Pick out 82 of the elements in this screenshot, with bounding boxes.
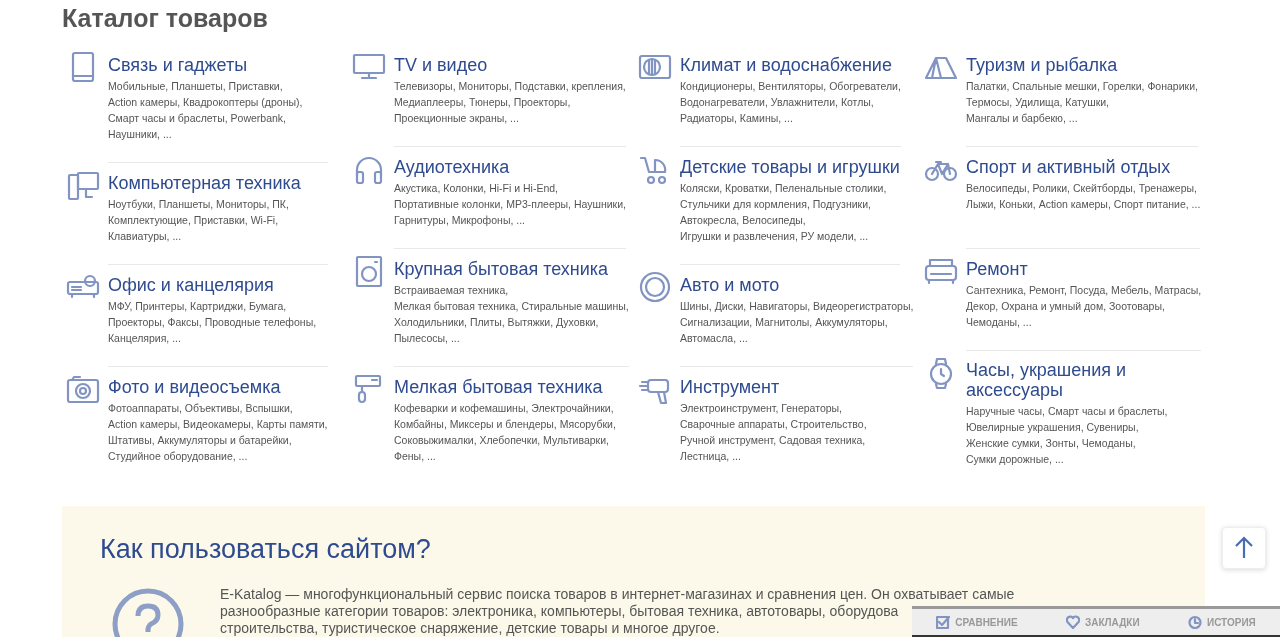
subcategory-links: Соковыжималки, Хлебопечки, Мультиварки,	[394, 433, 609, 448]
category-link[interactable]: Мелкая бытовая техника	[394, 377, 603, 397]
subcategory-links: Шины, Диски, Навигаторы, Видеорегистраторы,	[680, 299, 914, 314]
category-link[interactable]: Офис и канцелярия	[108, 275, 274, 295]
subcategory-links: Палатки, Спальные мешки, Горелки, Фонарики,	[966, 79, 1198, 94]
description-text: строительства, туристическое снаряжение, детские товары и многое другое.	[220, 620, 720, 637]
arrow-up-icon	[1234, 536, 1254, 560]
category-link[interactable]: Ремонт	[966, 259, 1028, 279]
subcategory-links: Портативные колонки, MP3-плееры, Наушники,	[394, 197, 626, 212]
description-text: разнообразные категории товаров: электроника, компьютеры, бытовая техника, автотовары, оборудова	[220, 603, 899, 620]
category-link[interactable]: Часы, украшения и аксессуары	[966, 360, 1186, 400]
subcategory-links: Смарт часы и браслеты, Powerbank,	[108, 111, 286, 126]
subcategory-links: Радиаторы, Камины, ...	[680, 111, 793, 126]
description-text: E-Katalog — многофункциональный сервис поиска товаров в интернет-магазинах и сравнения цен. Он охватывает самые	[220, 586, 1015, 603]
heart-icon	[1065, 614, 1080, 630]
subcategory-links: Чемоданы, ...	[966, 315, 1032, 330]
subcategory-links: Ноутбуки, Планшеты, Мониторы, ПК,	[108, 197, 289, 212]
subcategory-links: Канцелярия, ...	[108, 331, 181, 346]
subcategory-links: Декор, Охрана и умный дом, Зоотовары,	[966, 299, 1165, 314]
category-link[interactable]: Климат и водоснабжение	[680, 55, 892, 75]
subcategory-links: Женские сумки, Зонты, Чемоданы,	[966, 436, 1136, 451]
clock-icon	[1187, 614, 1202, 630]
subcategory-links: Холодильники, Плиты, Вытяжки, Духовки,	[394, 315, 599, 330]
subcategory-links: Игрушки и развлечения, РУ модели, ...	[680, 229, 869, 244]
subcategory-links: Фотоаппараты, Объективы, Вспышки,	[108, 401, 293, 416]
subcategory-links: Кофеварки и кофемашины, Электрочайники,	[394, 401, 614, 416]
checkbox-icon	[936, 614, 951, 630]
subcategory-links: Студийное оборудование, ...	[108, 449, 248, 464]
subcategory-links: Ручной инструмент, Садовая техника,	[680, 433, 866, 448]
category-link[interactable]: Крупная бытовая техника	[394, 259, 609, 279]
subcategory-links: Сантехника, Ремонт, Посуда, Мебель, Матрасы,	[966, 283, 1202, 298]
category-link[interactable]: Компьютерная техника	[108, 173, 301, 193]
subcategory-links: Проекторы, Факсы, Проводные телефоны,	[108, 315, 317, 330]
subcategory-links: Ювелирные украшения, Сувениры,	[966, 420, 1139, 435]
category-link[interactable]: Детские товары и игрушки	[680, 157, 900, 177]
subcategory-links: Комплектующие, Приставки, Wi-Fi,	[108, 213, 279, 228]
subcategory-links: Водонагреватели, Увлажнители, Котлы,	[680, 95, 874, 110]
subcategory-links: Action камеры, Квадрокоптеры (дроны),	[108, 95, 303, 110]
subcategory-links: Мелкая бытовая техника, Стиральные машины,	[394, 299, 629, 314]
subcategory-links: Лыжи, Коньки, Action камеры, Спорт питание, ...	[966, 197, 1201, 212]
subcategory-links: Кондиционеры, Вентиляторы, Обогреватели,	[680, 79, 901, 94]
subcategory-links: Автомасла, ...	[680, 331, 748, 346]
subcategory-links: Клавиатуры, ...	[108, 229, 182, 244]
subcategory-links: Автокресла, Велосипеды,	[680, 213, 806, 228]
subcategory-links: Акустика, Колонки, Hi-Fi и Hi-End,	[394, 181, 559, 196]
scroll-up-button[interactable]	[1222, 527, 1266, 569]
subcategory-links: Гарнитуры, Микрофоны, ...	[394, 213, 525, 228]
category-link[interactable]: Авто и мото	[680, 275, 780, 295]
subcategory-links: Штативы, Аккумуляторы и батарейки,	[108, 433, 292, 448]
subcategory-links: Мангалы и барбекю, ...	[966, 111, 1078, 126]
category-link[interactable]: TV и видео	[394, 55, 488, 75]
subcategory-links: Медиаплееры, Тюнеры, Проекторы,	[394, 95, 571, 110]
subcategory-links: Action камеры, Видеокамеры, Карты памяти,	[108, 417, 328, 432]
subcategory-links: Сумки дорожные, ...	[966, 452, 1064, 467]
category-link[interactable]: Спорт и активный отдых	[966, 157, 1171, 177]
subcategory-links: Наушники, ...	[108, 127, 172, 142]
page-title: Каталог товаров	[62, 3, 269, 34]
subcategory-links: МФУ, Принтеры, Картриджи, Бумага,	[108, 299, 287, 314]
subcategory-links: Фены, ...	[394, 449, 436, 464]
subcategory-links: Электроинструмент, Генераторы,	[680, 401, 843, 416]
subcategory-links: Проекционные экраны, ...	[394, 111, 519, 126]
subcategory-links: Лестница, ...	[680, 449, 741, 464]
category-link[interactable]: Фото и видеосъемка	[108, 377, 281, 397]
subcategory-links: Комбайны, Миксеры и блендеры, Мясорубки,	[394, 417, 616, 432]
subcategory-links: Велосипеды, Ролики, Скейтборды, Тренажеры,	[966, 181, 1197, 196]
subcategory-links: Сигнализации, Магнитолы, Аккумуляторы,	[680, 315, 888, 330]
subcategory-links: Телевизоры, Мониторы, Подставки, крепления,	[394, 79, 626, 94]
category-link[interactable]: Туризм и рыбалка	[966, 55, 1118, 75]
category-link[interactable]: Аудиотехника	[394, 157, 510, 177]
question-icon	[110, 586, 186, 637]
subcategory-links: Встраиваемая техника,	[394, 283, 509, 298]
subcategory-links: Термосы, Удилища, Катушки,	[966, 95, 1110, 110]
subcategory-links: Мобильные, Планшеты, Приставки,	[108, 79, 283, 94]
tire-icon	[638, 270, 672, 304]
category-link[interactable]: Инструмент	[680, 377, 780, 397]
category-link[interactable]: Связь и гаджеты	[108, 55, 248, 75]
subcategory-links: Коляски, Кроватки, Пеленальные столики,	[680, 181, 887, 196]
help-heading: Как пользоваться сайтом?	[100, 533, 432, 566]
subcategory-links: Стульчики для кормления, Подгузники,	[680, 197, 871, 212]
subcategory-links: Сварочные аппараты, Строительство,	[680, 417, 867, 432]
subcategory-links: Наручные часы, Смарт часы и браслеты,	[966, 404, 1168, 419]
subcategory-links: Пылесосы, ...	[394, 331, 460, 346]
